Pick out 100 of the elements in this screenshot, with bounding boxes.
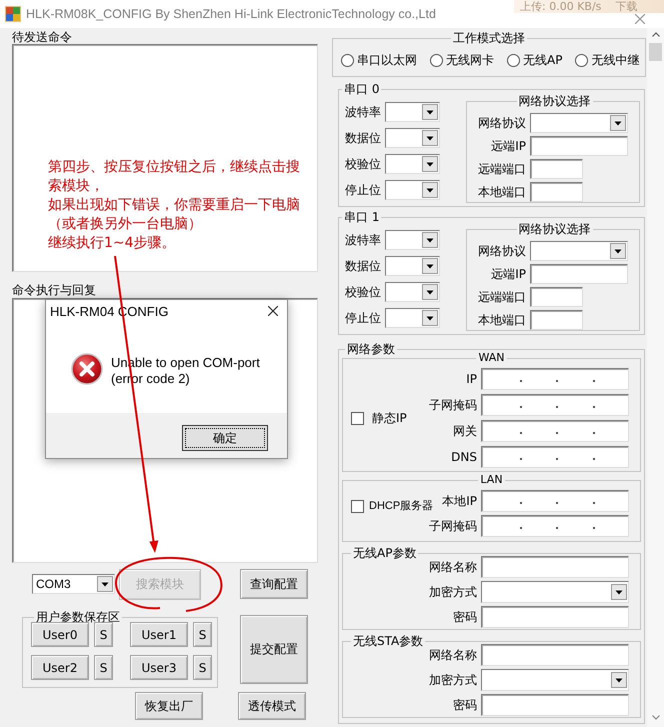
- text-field[interactable]: [481, 644, 629, 666]
- dhcp-server-checkbox[interactable]: DHCP服务器: [351, 499, 434, 513]
- ip-address-field[interactable]: [481, 394, 629, 416]
- ip-address-field[interactable]: [481, 446, 629, 468]
- field-label: 密码: [453, 609, 477, 626]
- field-label: 加密方式: [429, 672, 477, 689]
- close-icon[interactable]: [268, 306, 278, 316]
- work-mode-radio[interactable]: 无线网卡: [430, 52, 494, 68]
- dropdown[interactable]: [385, 256, 440, 276]
- user-slot-button[interactable]: User2: [31, 655, 89, 680]
- ip-address-field[interactable]: [481, 490, 629, 512]
- field-label: 停止位: [345, 182, 381, 199]
- field-label: 子网掩码: [429, 518, 477, 535]
- port-field[interactable]: [530, 310, 583, 330]
- static-ip-checkbox[interactable]: 静态IP: [351, 410, 407, 426]
- action-button[interactable]: 查询配置: [240, 569, 308, 599]
- field-label: 远端IP: [491, 138, 526, 155]
- user-slot-button[interactable]: User3: [130, 655, 188, 680]
- field-label: 远端端口: [478, 161, 526, 178]
- group-title: 无线STA参数: [352, 634, 424, 648]
- text-field[interactable]: [481, 694, 629, 716]
- ip-address-field[interactable]: [481, 515, 629, 537]
- action-button[interactable]: 恢复出厂: [135, 692, 203, 720]
- port-dropdown[interactable]: COM3: [32, 574, 115, 594]
- port-field[interactable]: [530, 287, 583, 307]
- save-slot-button[interactable]: S: [94, 622, 113, 647]
- upload-speed-text: 上传: 0.00 KB/s: [520, 0, 602, 13]
- field-label: 校验位: [345, 156, 381, 173]
- field-label: 波特率: [345, 232, 381, 249]
- save-slot-button[interactable]: S: [94, 655, 113, 680]
- group-title: WAN: [477, 352, 506, 364]
- save-slot-button[interactable]: S: [193, 622, 212, 647]
- field-label: 远端IP: [491, 266, 526, 283]
- port-field[interactable]: [530, 182, 583, 202]
- app-icon: [5, 6, 21, 22]
- field-label: 网络名称: [429, 559, 477, 576]
- window-title: HLK-RM08K_CONFIG By ShenZhen Hi-Link ElectronicTechnology co.,Ltd: [26, 7, 436, 21]
- work-mode-radio[interactable]: 无线AP: [507, 52, 562, 68]
- ip-address-field[interactable]: [481, 368, 629, 390]
- save-slot-button[interactable]: S: [193, 655, 212, 680]
- scrollbar-thumb[interactable]: [649, 43, 662, 61]
- error-icon: [71, 353, 103, 385]
- field-label: 网络协议: [478, 243, 526, 260]
- command-input-field[interactable]: [12, 44, 318, 272]
- download-speed-text: 下载: [615, 0, 638, 13]
- dropdown[interactable]: [385, 128, 440, 148]
- group-title: LAN: [479, 474, 504, 486]
- field-label: DNS: [451, 449, 477, 466]
- dropdown[interactable]: [385, 282, 440, 302]
- ok-button[interactable]: 确定: [182, 425, 268, 451]
- action-button[interactable]: 透传模式: [238, 692, 306, 720]
- dropdown[interactable]: [530, 113, 628, 133]
- group-title: 串口 0: [343, 82, 380, 96]
- dropdown[interactable]: [481, 581, 629, 603]
- field-label: 数据位: [345, 258, 381, 275]
- group-title: 网络协议选择: [518, 94, 592, 108]
- field-label: 网络名称: [429, 647, 477, 664]
- field-label: 本地端口: [478, 312, 526, 329]
- scroll-up-icon[interactable]: [652, 32, 660, 37]
- group-title: 串口 1: [343, 210, 380, 224]
- panel-label: 待发送命令: [12, 30, 72, 44]
- panel-label: 命令执行与回复: [12, 283, 96, 297]
- work-mode-radio[interactable]: 无线中继: [575, 52, 640, 68]
- dropdown[interactable]: [385, 154, 440, 174]
- field-label: 本地IP: [442, 493, 477, 510]
- annotation-text: 第四步、按压复位按钮之后，继续点击搜索模块， 如果出现如下错误，你需要重启一下电脑（或者换另外一台电脑） 继续执行1~4步骤。: [48, 158, 301, 253]
- dropdown[interactable]: [385, 230, 440, 250]
- group-title: 网络参数: [346, 342, 396, 356]
- field-label: 密码: [453, 697, 477, 714]
- scroll-down-icon[interactable]: [652, 715, 660, 720]
- text-field[interactable]: [530, 264, 628, 284]
- action-button[interactable]: 提交配置: [240, 614, 308, 684]
- text-field[interactable]: [481, 606, 629, 628]
- dropdown[interactable]: [481, 669, 629, 691]
- text-field[interactable]: [530, 136, 628, 156]
- dropdown[interactable]: [385, 308, 440, 328]
- work-mode-radio[interactable]: 串口以太网: [341, 52, 417, 68]
- field-label: 网络协议: [478, 115, 526, 132]
- ip-address-field[interactable]: [481, 420, 629, 442]
- text-field[interactable]: [481, 556, 629, 578]
- field-label: 加密方式: [429, 584, 477, 601]
- user-slot-button[interactable]: User1: [130, 622, 188, 647]
- field-label: 网关: [453, 423, 477, 440]
- field-label: 子网掩码: [429, 397, 477, 414]
- group-title: 工作模式选择: [452, 31, 526, 45]
- field-label: 校验位: [345, 284, 381, 301]
- dropdown[interactable]: [385, 102, 440, 122]
- port-field[interactable]: [530, 159, 583, 179]
- dropdown[interactable]: [530, 241, 628, 261]
- field-label: 数据位: [345, 130, 381, 147]
- field-label: 波特率: [345, 104, 381, 121]
- field-label: 本地端口: [478, 184, 526, 201]
- field-label: IP: [466, 371, 477, 388]
- dropdown[interactable]: [385, 180, 440, 200]
- scrollbar[interactable]: [647, 28, 664, 727]
- user-slot-button[interactable]: User0: [31, 622, 89, 647]
- field-label: 远端端口: [478, 289, 526, 306]
- field-label: 停止位: [345, 310, 381, 327]
- group-title: 网络协议选择: [518, 222, 592, 236]
- group-title: 无线AP参数: [352, 546, 418, 560]
